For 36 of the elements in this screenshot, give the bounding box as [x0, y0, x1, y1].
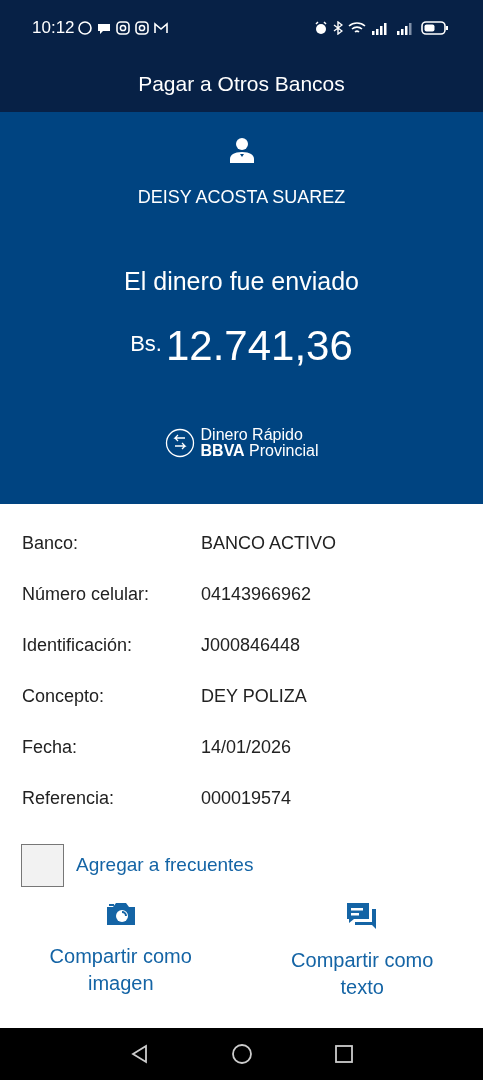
brand-name: Dinero Rápido [200, 426, 303, 443]
detail-value: J000846448 [201, 634, 301, 657]
status-message: El dinero fue enviado [124, 266, 359, 297]
home-icon[interactable] [230, 1043, 253, 1065]
detail-label: Concepto: [21, 685, 106, 708]
detail-label: Número celular: [21, 583, 151, 606]
recipient-name: DEISY ACOSTA SUAREZ [137, 186, 346, 209]
person-icon [227, 136, 256, 164]
camera-icon [104, 901, 137, 927]
alarm-icon [314, 21, 328, 35]
detail-value: 000019574 [201, 787, 292, 810]
amount: 12.741,36 [165, 324, 353, 367]
screen-title: Pagar a Otros Bancos [138, 71, 345, 98]
wifi-icon [348, 21, 366, 35]
brand-name: BBVA Provincial [200, 442, 319, 459]
detail-value: 14/01/2026 [201, 736, 292, 759]
mail-icon [152, 20, 169, 36]
currency: Bs. [130, 329, 162, 358]
detail-label: Banco: [21, 532, 80, 555]
detail-label: Referencia: [21, 787, 116, 810]
share-button[interactable]: Compartir como imagen [0, 901, 242, 1001]
transfer-arrows-icon [164, 427, 195, 458]
checkbox-label: Agregar a frecuentes [76, 853, 254, 878]
status-time: 10:12 [32, 17, 75, 40]
bluetooth-icon [333, 21, 343, 35]
detail-value: DEY POLIZA [201, 685, 307, 708]
detail-label: Identificación: [21, 634, 134, 657]
detail-value: 04143966962 [201, 583, 312, 606]
camera-icon [133, 20, 150, 36]
detail-value: BANCO ACTIVO [201, 532, 337, 555]
battery-icon [421, 21, 449, 35]
camera-icon [114, 20, 131, 36]
detail-label: Fecha: [21, 736, 79, 759]
checkbox[interactable] [21, 844, 64, 887]
recents-icon[interactable] [332, 1043, 355, 1065]
share-button[interactable]: Compartir como texto [241, 901, 483, 1001]
